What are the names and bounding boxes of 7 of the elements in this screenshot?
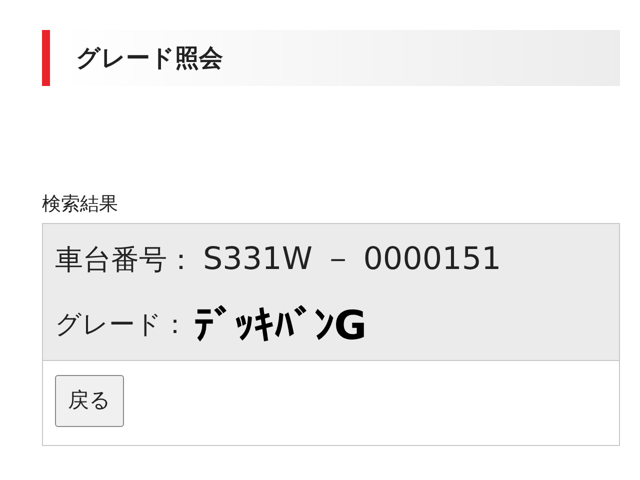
field-value: ﾃﾞｯｷﾊﾞﾝG (194, 302, 367, 350)
back-button[interactable]: 戻る (55, 374, 124, 426)
page-title: グレード照会 (76, 43, 223, 74)
section-caption: 検索結果 (42, 192, 119, 217)
field-label: 車台番号： (55, 242, 195, 278)
field-label: グレード： (55, 309, 188, 342)
field-value: S331W － 0000151 (203, 240, 502, 280)
